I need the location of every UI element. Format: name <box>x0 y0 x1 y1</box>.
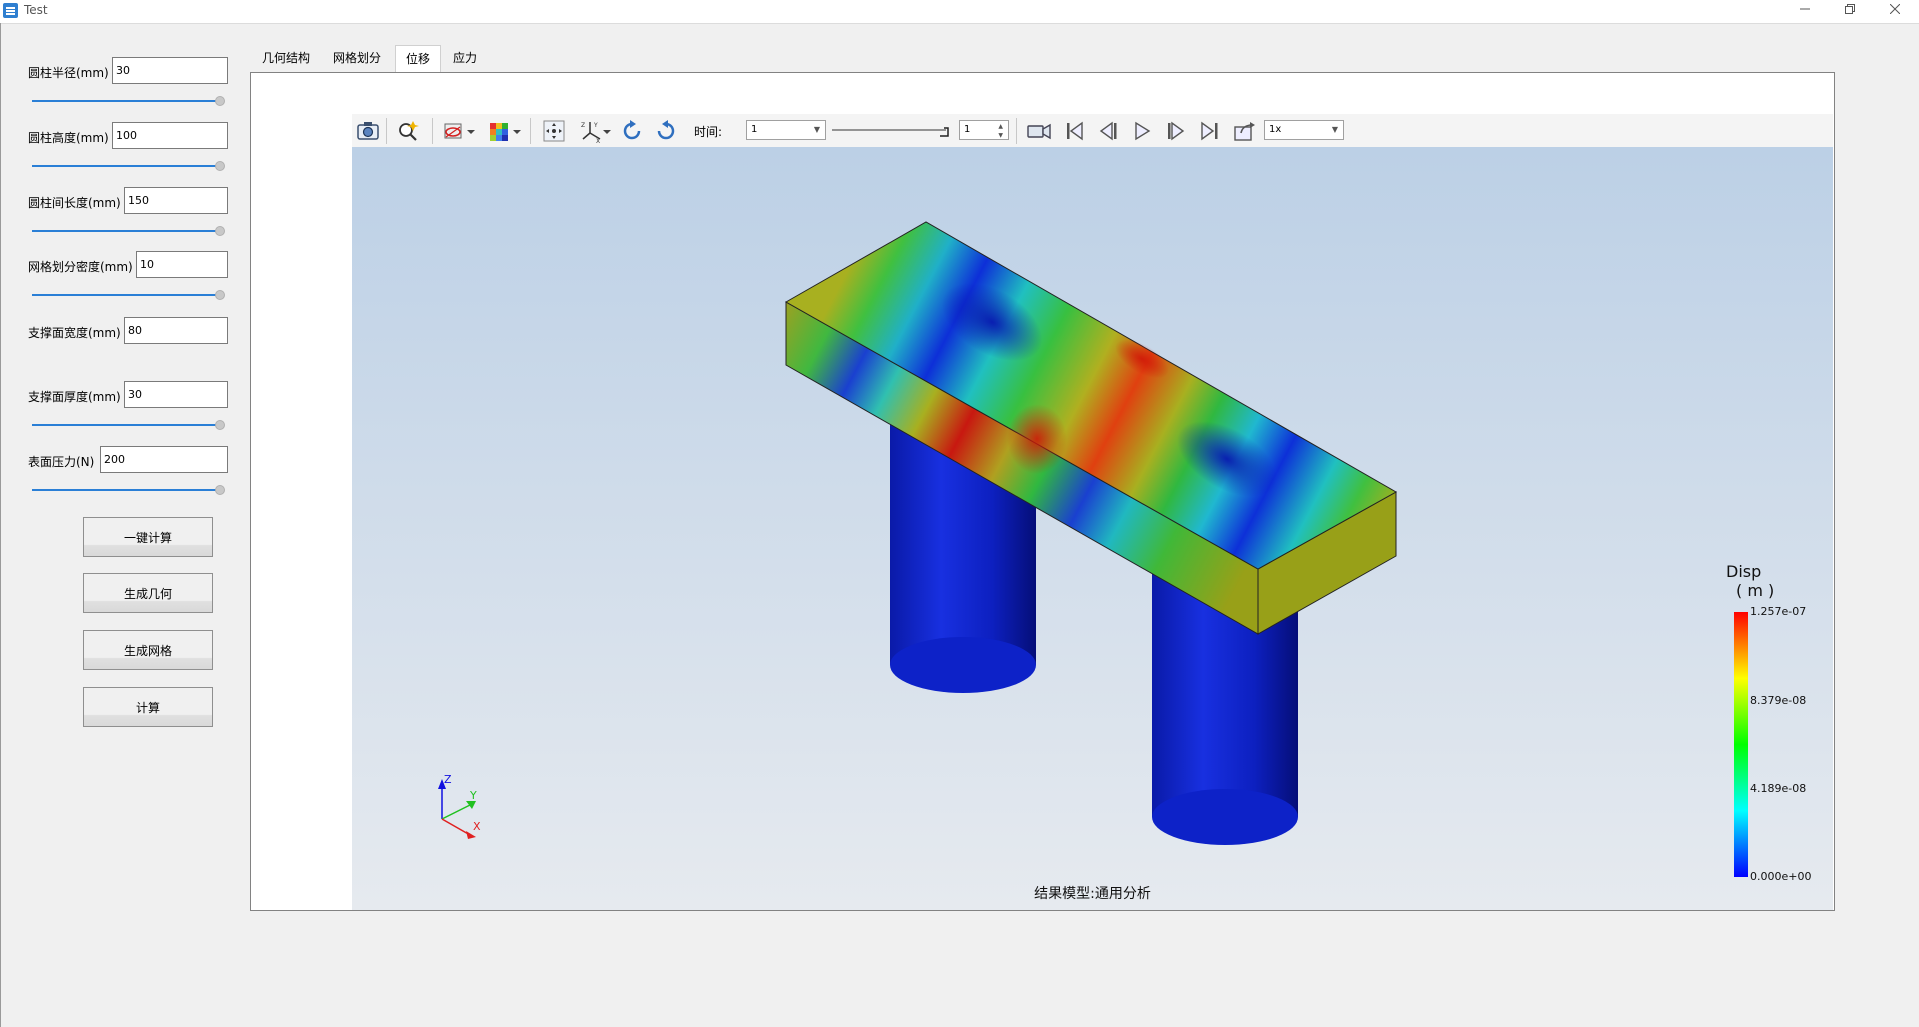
legend-tick-max: 1.257e-07 <box>1750 605 1807 618</box>
minimize-button[interactable] <box>1782 0 1828 22</box>
time-label: 时间: <box>694 125 723 139</box>
speed-select[interactable]: 1x ▼ <box>1264 120 1344 140</box>
record-video-icon[interactable] <box>1026 119 1052 143</box>
param-label-cylinder-height: 圆柱高度(mm) <box>28 131 109 145</box>
slider-handle[interactable] <box>215 485 225 495</box>
param-label-cylinder-spacing: 圆柱间长度(mm) <box>28 196 121 210</box>
legend-tick-low: 4.189e-08 <box>1750 782 1807 795</box>
cylinder-radius-slider[interactable] <box>32 95 225 107</box>
contour-color-icon[interactable] <box>488 119 512 143</box>
time-slider[interactable] <box>832 122 952 140</box>
param-label-cylinder-radius: 圆柱半径(mm) <box>28 66 109 80</box>
title-bar: Test <box>0 0 1919 24</box>
legend-color-bar <box>1734 612 1748 877</box>
param-label-support-thickness: 支撑面厚度(mm) <box>28 390 121 404</box>
svg-text:X: X <box>596 138 600 143</box>
rotate-cw-icon[interactable] <box>654 119 678 143</box>
slider-handle[interactable] <box>215 161 225 171</box>
axis-z-label: Z <box>444 773 452 786</box>
last-frame-icon[interactable] <box>1198 119 1222 143</box>
app-icon <box>3 3 18 18</box>
restore-icon <box>1845 4 1855 14</box>
mesh-density-input[interactable] <box>136 251 228 278</box>
chevron-down-icon[interactable] <box>466 119 476 143</box>
slider-handle[interactable] <box>215 96 225 106</box>
previous-frame-icon[interactable] <box>1096 119 1120 143</box>
param-label-surface-pressure: 表面压力(N) <box>28 455 95 469</box>
mesh-density-slider[interactable] <box>32 289 225 301</box>
window-title: Test <box>24 3 48 17</box>
export-animation-icon[interactable] <box>1232 119 1256 143</box>
axis-y-label: Y <box>469 789 477 802</box>
tab-mesh[interactable]: 网格划分 <box>324 45 390 72</box>
screenshot-icon[interactable] <box>356 119 380 143</box>
slider-handle[interactable] <box>215 290 225 300</box>
restore-button[interactable] <box>1827 0 1873 22</box>
generate-mesh-button[interactable]: 生成网格 <box>83 630 213 670</box>
slider-handle[interactable] <box>215 226 225 236</box>
cylinder-height-slider[interactable] <box>32 160 225 172</box>
param-label-support-width: 支撑面宽度(mm) <box>28 326 121 340</box>
cylinder-height-input[interactable] <box>112 122 228 149</box>
first-frame-icon[interactable] <box>1062 119 1086 143</box>
window-border <box>0 23 1 1027</box>
support-thickness-slider[interactable] <box>32 419 225 431</box>
frame-spinbox-value: 1 <box>964 124 971 135</box>
chevron-down-icon[interactable] <box>602 119 612 143</box>
viewport-scene: Z Y X <box>352 147 1833 910</box>
tab-stress[interactable]: 应力 <box>442 45 488 72</box>
surface-pressure-input[interactable] <box>100 446 228 473</box>
tab-displacement[interactable]: 位移 <box>395 45 441 72</box>
param-label-mesh-density: 网格划分密度(mm) <box>28 260 133 274</box>
surface-pressure-slider[interactable] <box>32 484 225 496</box>
render-mode-icon[interactable] <box>442 119 466 143</box>
tab-geometry[interactable]: 几何结构 <box>253 45 319 72</box>
compute-button[interactable]: 计算 <box>83 687 213 727</box>
support-thickness-input[interactable] <box>124 381 228 408</box>
speed-select-value: 1x <box>1269 124 1282 135</box>
time-select[interactable]: 1 ▼ <box>746 120 826 140</box>
time-select-value: 1 <box>751 124 758 135</box>
rotate-ccw-icon[interactable] <box>620 119 644 143</box>
minimize-icon <box>1800 8 1810 10</box>
cylinder-spacing-input[interactable] <box>124 187 228 214</box>
axis-x-label: X <box>473 820 481 833</box>
frame-spinbox[interactable]: 1 ▲ ▼ <box>959 120 1009 140</box>
model-caption: 结果模型:通用分析 <box>1034 886 1151 902</box>
support-width-input[interactable] <box>124 317 228 344</box>
chevron-down-icon: ▼ <box>813 125 820 134</box>
cylinder-spacing-slider[interactable] <box>32 225 225 237</box>
fit-view-icon[interactable] <box>542 119 566 143</box>
viewer-toolbar: Y Z X 时间: 1 ▼ 1 ▲ ▼ 1x ▼ <box>352 114 1833 148</box>
svg-text:Z: Z <box>581 122 585 129</box>
spin-down-icon[interactable]: ▼ <box>998 127 1003 145</box>
svg-text:Y: Y <box>593 122 598 129</box>
chevron-down-icon: ▼ <box>1331 125 1338 134</box>
one-click-compute-button[interactable]: 一键计算 <box>83 517 213 557</box>
slider-handle[interactable] <box>215 420 225 430</box>
3d-viewport[interactable]: Z Y X Disp ( m ) 1.257e-07 8.379e-08 4.1… <box>352 147 1833 910</box>
play-icon[interactable] <box>1130 119 1154 143</box>
close-button[interactable] <box>1872 0 1918 22</box>
close-icon <box>1889 3 1901 15</box>
next-frame-icon[interactable] <box>1164 119 1188 143</box>
legend-unit: ( m ) <box>1736 581 1775 600</box>
legend-tick-min: 0.000e+00 <box>1750 870 1812 883</box>
axes-view-icon[interactable]: Y Z X <box>580 119 604 143</box>
cylinder-radius-input[interactable] <box>112 57 228 84</box>
chevron-down-icon[interactable] <box>512 119 522 143</box>
legend-tick-high: 8.379e-08 <box>1750 694 1807 707</box>
generate-geometry-button[interactable]: 生成几何 <box>83 573 213 613</box>
legend-title: Disp <box>1726 562 1762 581</box>
zoom-fit-icon[interactable] <box>396 119 420 143</box>
